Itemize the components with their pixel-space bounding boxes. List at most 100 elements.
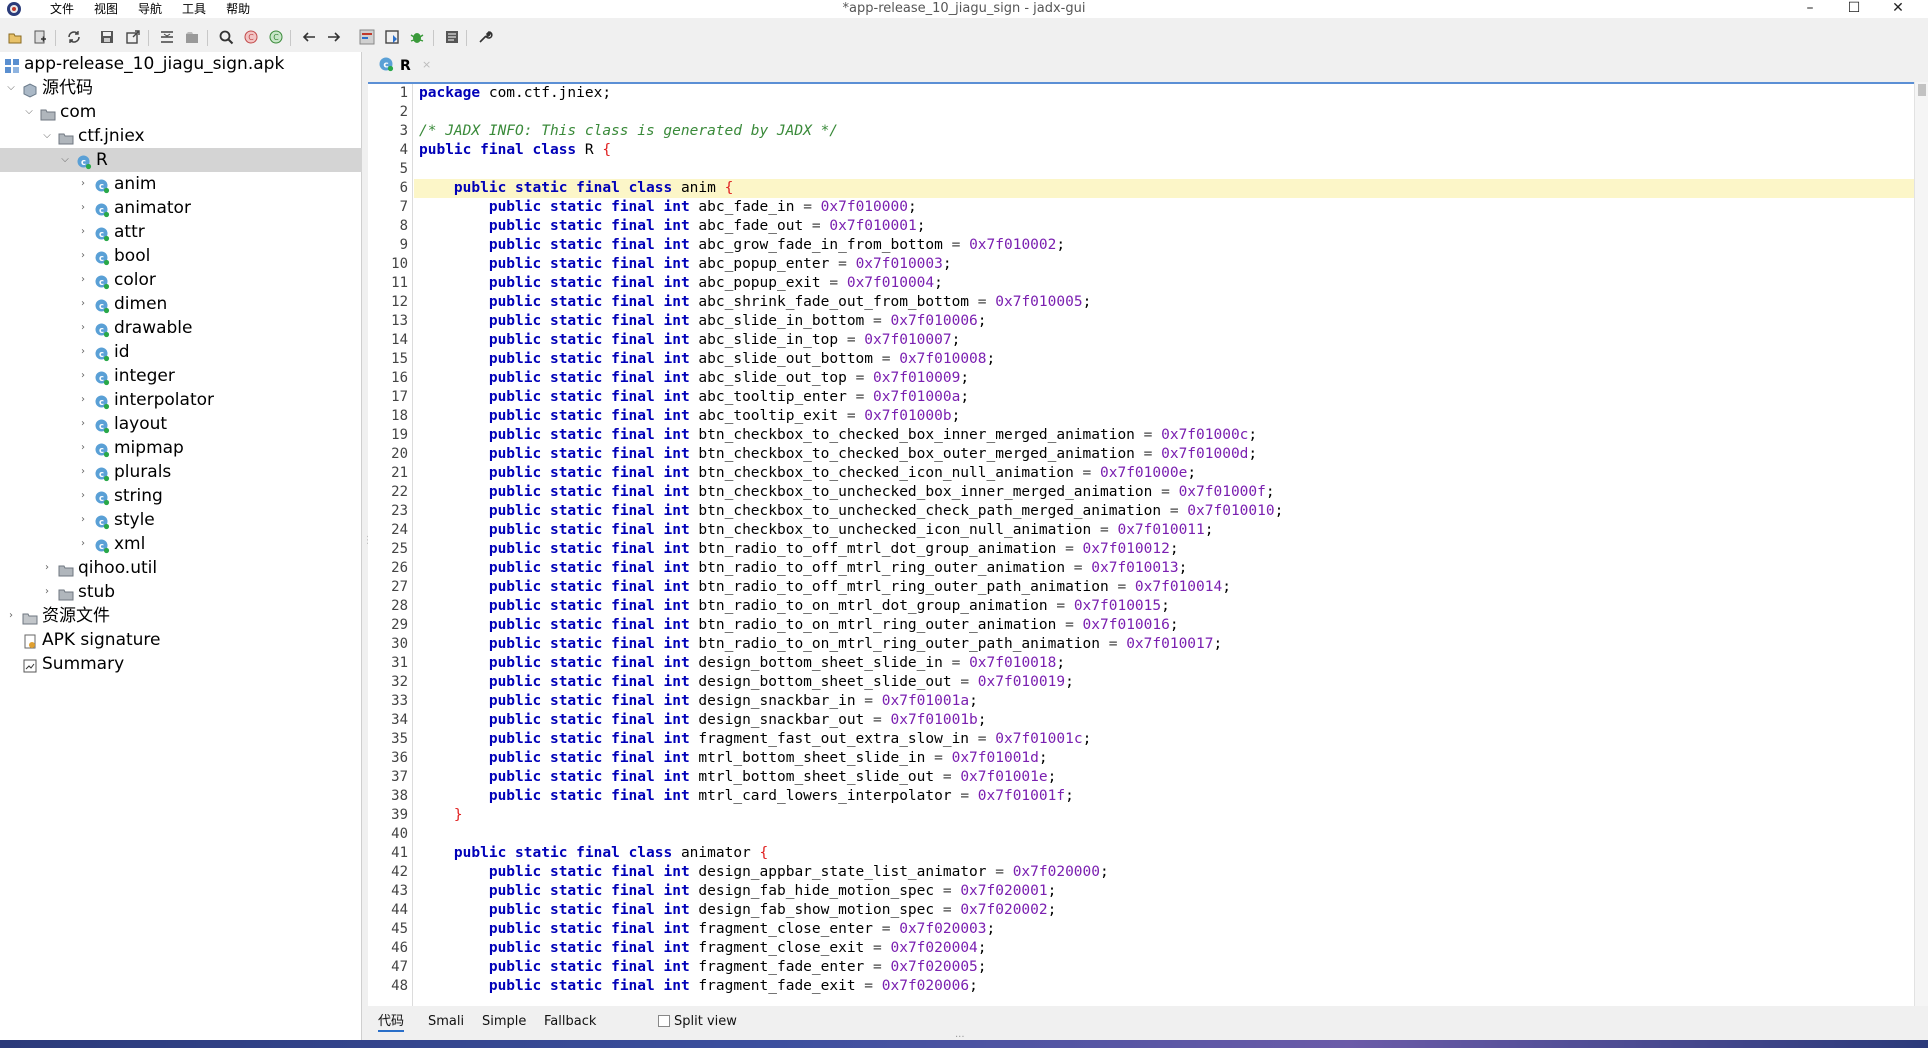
tab-close-icon[interactable]: × [422,58,431,71]
tree-item-[interactable]: ⌵ 源代码 [0,76,362,100]
collapse-chevron-icon[interactable]: ⌵ [58,148,72,172]
log-viewer-icon[interactable] [442,27,462,47]
minimize-button[interactable]: – [1788,0,1832,18]
tree-item-[interactable]: › 资源文件 [0,604,362,628]
expand-chevron-icon[interactable]: › [76,484,90,508]
tree-item-mipmap[interactable]: › c mipmap [0,436,362,460]
line-number: 13 [391,313,408,329]
vertical-scrollbar[interactable] [1914,82,1928,1006]
tree-item-xml[interactable]: › c xml [0,532,362,556]
debugger-icon[interactable] [407,27,427,47]
tree-item-stub[interactable]: › stub [0,580,362,604]
tree-item-attr[interactable]: › c attr [0,220,362,244]
class-icon: c [94,177,110,194]
menu-help[interactable]: 帮助 [216,1,260,17]
code-line: public static final int btn_radio_to_off… [488,541,1179,557]
expand-chevron-icon[interactable]: › [76,460,90,484]
menu-file[interactable]: 文件 [40,1,84,17]
tree-item-layout[interactable]: › c layout [0,412,362,436]
splitter-handle[interactable]: ⋮ [363,535,373,551]
add-files-icon[interactable] [30,27,50,47]
forward-icon[interactable] [324,27,344,47]
close-button[interactable]: ✕ [1876,0,1920,18]
expand-chevron-icon[interactable]: › [76,532,90,556]
tree-item-style[interactable]: › c style [0,508,362,532]
flatten-packages-icon[interactable] [157,27,177,47]
collapse-chevron-icon[interactable]: ⌵ [40,124,54,148]
tab-smali[interactable]: Smali [428,1012,464,1032]
tree-item-label: xml [114,534,146,554]
tree-item-drawable[interactable]: › c drawable [0,316,362,340]
tab-fallback[interactable]: Fallback [544,1012,596,1032]
tree-item-r[interactable]: ⌵ c R [0,148,362,172]
line-number: 25 [391,541,408,557]
expand-chevron-icon[interactable]: › [76,268,90,292]
tree-item-anim[interactable]: › c anim [0,172,362,196]
expand-chevron-icon[interactable]: › [76,316,90,340]
bookmark-icon[interactable] [382,27,402,47]
line-number: 16 [391,370,408,386]
expand-chevron-icon[interactable]: › [76,364,90,388]
collapse-chevron-icon[interactable]: ⌵ [22,100,36,124]
tree-item-app-release-10-jiagu-sign-apk[interactable]: app-release_10_jiagu_sign.apk [0,52,362,76]
tree-item-summary[interactable]: Summary [0,652,362,676]
tree-item-animator[interactable]: › c animator [0,196,362,220]
code-editor[interactable]: 1 2 3 4 5 6 7 8 9 10 11 12 13 14 15 16 17 18 19 20 21 22 23 24 2… [368,82,1914,1006]
expand-chevron-icon[interactable]: › [40,556,54,580]
tab-simple[interactable]: Simple [482,1012,526,1032]
menu-tools[interactable]: 工具 [172,1,216,17]
sync-icon[interactable] [64,27,84,47]
find-usage-icon[interactable]: C [266,27,286,47]
open-file-icon[interactable] [5,27,25,47]
line-number: 23 [391,503,408,519]
tree-item-string[interactable]: › c string [0,484,362,508]
search-icon[interactable] [216,27,236,47]
tree-item-label: id [114,342,130,362]
code-line: public static final int design_fab_show_… [488,902,1057,918]
tree-item-qihoo-util[interactable]: › qihoo.util [0,556,362,580]
line-number: 47 [391,959,408,975]
quark-icon[interactable] [357,27,377,47]
expand-chevron-icon[interactable]: › [76,292,90,316]
expand-chevron-icon[interactable]: › [76,196,90,220]
line-number: 44 [391,902,408,918]
tree-item-bool[interactable]: › c bool [0,244,362,268]
settings-icon[interactable] [475,27,495,47]
tree-item-com[interactable]: ⌵ com [0,100,362,124]
split-view-checkbox[interactable] [658,1015,670,1027]
expand-chevron-icon[interactable]: › [40,580,54,604]
tree-item-label: string [114,486,163,506]
class-icon: c [94,321,110,338]
tree-item-apk-signature[interactable]: APK signature [0,628,362,652]
deobfuscation-icon[interactable] [182,27,202,47]
tree-item-dimen[interactable]: › c dimen [0,292,362,316]
back-icon[interactable] [299,27,319,47]
expand-chevron-icon[interactable]: › [76,436,90,460]
tab-r-class[interactable]: c R [378,54,411,78]
class-icon: c [94,249,110,266]
tree-item-color[interactable]: › c color [0,268,362,292]
tab-code[interactable]: 代码 [378,1012,405,1032]
tree-item-plurals[interactable]: › c plurals [0,460,362,484]
menu-navigation[interactable]: 导航 [128,1,172,17]
tree-item-id[interactable]: › c id [0,340,362,364]
maximize-button[interactable]: ☐ [1832,0,1876,18]
menu-view[interactable]: 视图 [84,1,128,17]
expand-chevron-icon[interactable]: › [76,172,90,196]
expand-chevron-icon[interactable]: › [76,244,90,268]
expand-chevron-icon[interactable]: › [4,604,18,628]
expand-chevron-icon[interactable]: › [76,388,90,412]
find-class-icon[interactable]: C [241,27,261,47]
code-line: public static final int abc_slide_out_bo… [488,351,996,367]
tree-item-interpolator[interactable]: › c interpolator [0,388,362,412]
expand-chevron-icon[interactable]: › [76,220,90,244]
scrollbar-thumb[interactable] [1918,84,1926,96]
export-icon[interactable] [123,27,143,47]
collapse-chevron-icon[interactable]: ⌵ [4,76,18,100]
expand-chevron-icon[interactable]: › [76,412,90,436]
expand-chevron-icon[interactable]: › [76,340,90,364]
tree-item-ctf-jniex[interactable]: ⌵ ctf.jniex [0,124,362,148]
tree-item-integer[interactable]: › c integer [0,364,362,388]
save-all-icon[interactable] [97,27,117,47]
expand-chevron-icon[interactable]: › [76,508,90,532]
